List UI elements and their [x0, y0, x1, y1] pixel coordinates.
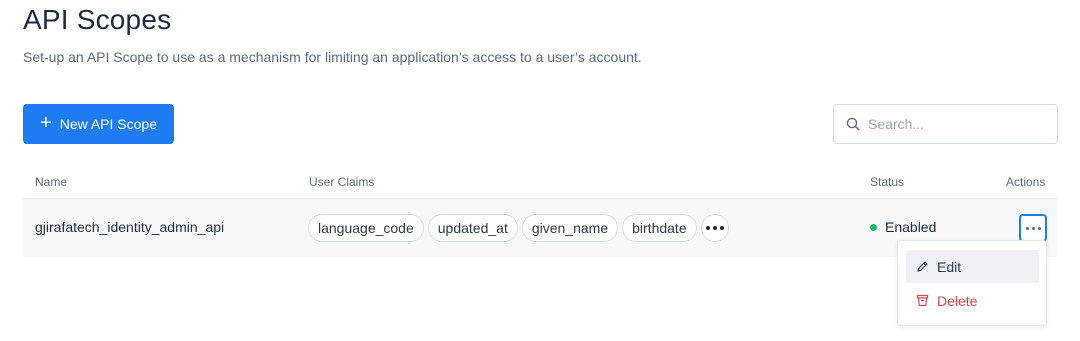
claim-chip: updated_at [427, 214, 518, 242]
status-dot [870, 223, 877, 231]
claim-chip: birthdate [622, 214, 697, 242]
edit-label: Edit [937, 258, 962, 275]
plus-icon: + [40, 112, 52, 134]
claim-chip: language_code [308, 214, 424, 242]
delete-menu-item[interactable]: Delete [906, 284, 1039, 317]
more-claims-button[interactable] [700, 214, 729, 242]
pencil-icon [917, 261, 928, 272]
more-icon [1025, 226, 1041, 230]
trash-icon [916, 294, 929, 307]
delete-label: Delete [937, 292, 978, 309]
user-claims-list: language_code updated_at given_name birt… [308, 214, 729, 242]
page-title: API Scopes [23, 4, 172, 35]
new-api-scope-label: New API Scope [59, 116, 157, 132]
search-icon [846, 117, 860, 131]
more-icon [705, 226, 724, 230]
column-header-name[interactable]: Name [35, 175, 67, 189]
edit-menu-item[interactable]: Edit [906, 250, 1039, 283]
claim-chip: given_name [521, 214, 619, 242]
column-header-status[interactable]: Status [870, 175, 904, 189]
scope-name: gjirafatech_identity_admin_api [35, 219, 225, 235]
search-input[interactable] [868, 116, 1038, 132]
row-actions-button[interactable] [1019, 214, 1047, 242]
search-box[interactable] [833, 104, 1058, 144]
column-header-actions: Actions [1006, 175, 1046, 189]
status-badge: Enabled [870, 219, 936, 235]
actions-dropdown-menu: Edit Delete [897, 240, 1047, 326]
column-header-user-claims[interactable]: User Claims [309, 175, 374, 189]
status-label: Enabled [885, 219, 937, 235]
page-subtitle: Set-up an API Scope to use as a mechanis… [23, 49, 642, 65]
new-api-scope-button[interactable]: + New API Scope [23, 104, 174, 144]
